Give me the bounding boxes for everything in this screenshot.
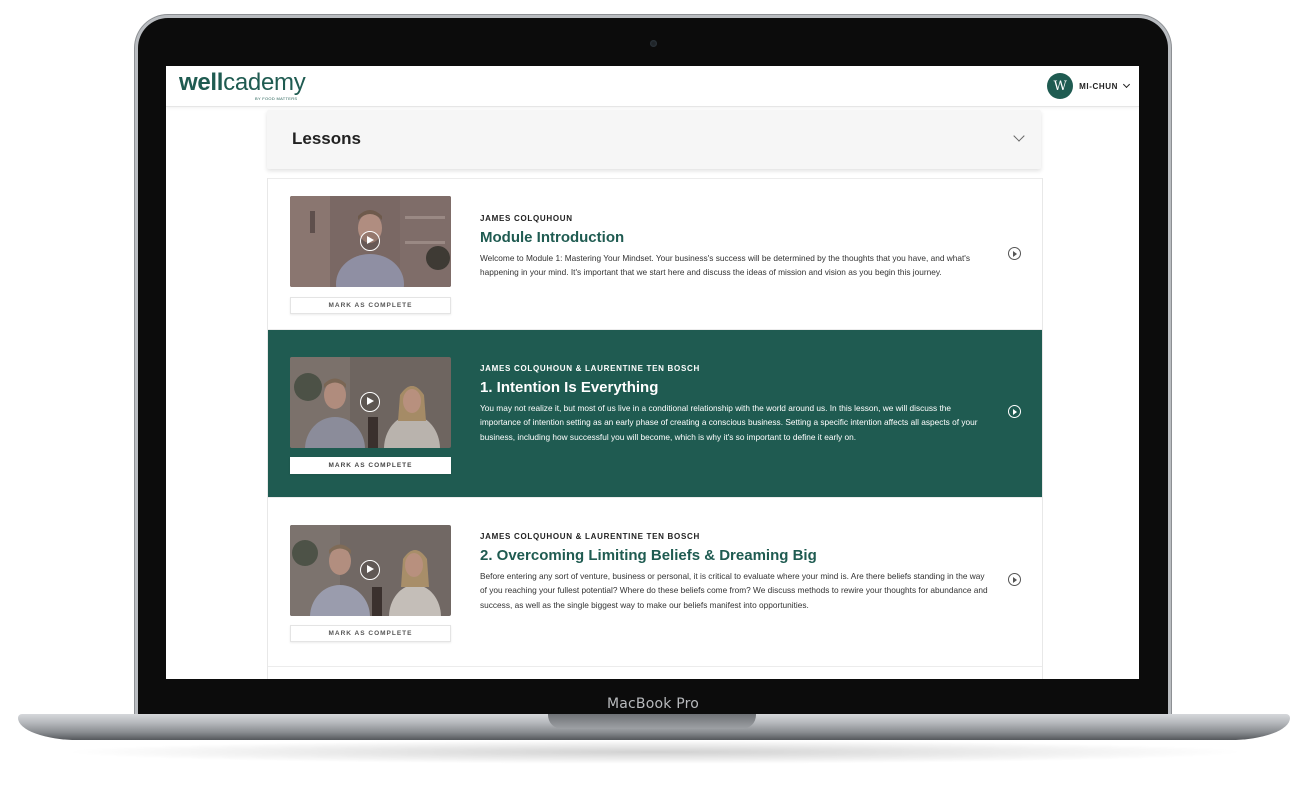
lesson-description: You may not realize it, but most of us l…	[480, 403, 978, 442]
logo-bold: well	[179, 69, 224, 96]
user-name[interactable]: MI-CHUN	[1079, 82, 1118, 91]
lesson-author: JAMES COLQUHOUN & LAURENTINE TEN BOSCH	[480, 532, 700, 541]
logo-tagline: BY FOOD MATTERS	[255, 96, 298, 101]
video-thumbnail[interactable]	[290, 196, 451, 287]
lesson-text: JAMES COLQUHOUN Module Introduction Welc…	[480, 214, 990, 280]
chevron-down-icon[interactable]	[1013, 130, 1025, 142]
section-title: Lessons	[292, 129, 361, 148]
play-icon[interactable]	[360, 560, 380, 580]
lesson-author: JAMES COLQUHOUN	[480, 214, 573, 223]
play-icon[interactable]	[1008, 247, 1021, 260]
main-content: Lessons MARK AS COMPLETE JAMES COLQUHOUN…	[267, 110, 1043, 679]
video-thumbnail[interactable]	[290, 525, 451, 616]
logo-light: cademy	[223, 69, 306, 96]
lesson-item[interactable]: MARK AS COMPLETE JAMES COLQUHOUN Module …	[268, 178, 1042, 329]
lesson-list: MARK AS COMPLETE JAMES COLQUHOUN Module …	[267, 178, 1043, 679]
webcam	[650, 40, 657, 47]
play-icon[interactable]	[1008, 573, 1021, 586]
lesson-description: Welcome to Module 1: Mastering Your Mind…	[480, 253, 971, 278]
lesson-item[interactable]: MARK AS COMPLETE JAMES COLQUHOUN & LAURE…	[268, 329, 1042, 497]
chevron-down-icon[interactable]	[1122, 80, 1131, 89]
lesson-title[interactable]: 1. Intention Is Everything	[480, 379, 990, 396]
lessons-accordion-header[interactable]: Lessons	[267, 110, 1041, 169]
play-icon[interactable]	[360, 231, 380, 251]
laptop-notch	[548, 714, 756, 729]
play-icon[interactable]	[1008, 405, 1021, 418]
lesson-description: Before entering any sort of venture, bus…	[480, 571, 988, 610]
top-navbar: wellcademy BY FOOD MATTERS W MI-CHUN	[166, 66, 1139, 107]
app-screen: wellcademy BY FOOD MATTERS W MI-CHUN Les…	[166, 66, 1139, 679]
user-menu[interactable]: W MI-CHUN	[1047, 73, 1131, 99]
lesson-title[interactable]: Module Introduction	[480, 229, 990, 246]
laptop-shadow	[60, 740, 1250, 764]
lesson-item[interactable]: MARK AS COMPLETE JAMES COLQUHOUN & LAURE…	[268, 497, 1042, 666]
lesson-text: JAMES COLQUHOUN & LAURENTINE TEN BOSCH 1…	[480, 364, 990, 444]
lesson-item[interactable]	[268, 666, 1042, 679]
device-label: MacBook Pro	[606, 696, 700, 712]
logo[interactable]: wellcademy BY FOOD MATTERS	[179, 69, 306, 101]
mark-complete-button[interactable]: MARK AS COMPLETE	[290, 625, 451, 642]
mark-complete-button[interactable]: MARK AS COMPLETE	[290, 457, 451, 474]
avatar[interactable]: W	[1047, 73, 1074, 99]
lesson-text: JAMES COLQUHOUN & LAURENTINE TEN BOSCH 2…	[480, 532, 990, 612]
lesson-author: JAMES COLQUHOUN & LAURENTINE TEN BOSCH	[480, 364, 700, 373]
lesson-title[interactable]: 2. Overcoming Limiting Beliefs & Dreamin…	[480, 547, 990, 564]
video-thumbnail[interactable]	[290, 357, 451, 448]
play-icon[interactable]	[360, 392, 380, 412]
mark-complete-button[interactable]: MARK AS COMPLETE	[290, 297, 451, 314]
